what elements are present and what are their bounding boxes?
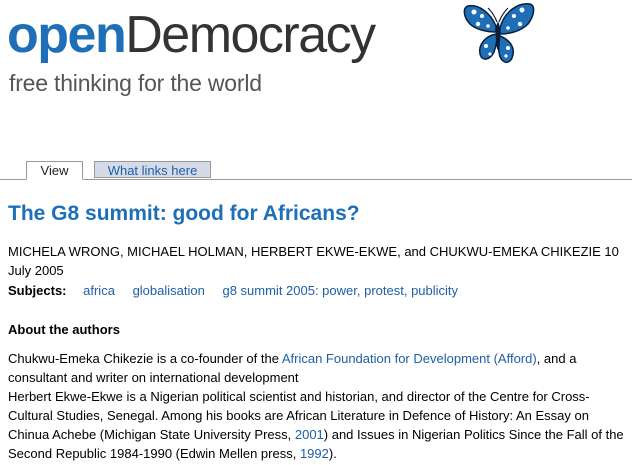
logo-open-text: open	[7, 6, 127, 64]
bio-chikezie: Chukwu-Emeka Chikezie is a co-founder of…	[8, 349, 630, 387]
bio-chikezie-text-before: Chukwu-Emeka Chikezie is a co-founder of…	[8, 351, 282, 366]
tab-view[interactable]: View	[26, 161, 83, 180]
page-tabs: View What links here	[0, 161, 632, 180]
butterfly-icon	[463, 3, 535, 63]
year-link-2001[interactable]: 2001	[295, 427, 324, 442]
about-authors-heading: About the authors	[8, 322, 120, 337]
bio-ekwe-ekwe: Herbert Ekwe-Ekwe is a Nigerian politica…	[8, 387, 630, 463]
author-bios: Chukwu-Emeka Chikezie is a co-founder of…	[8, 349, 630, 463]
site-logo[interactable]: openDemocracy	[7, 4, 376, 66]
site-header: openDemocracy free thinking for the worl…	[0, 0, 632, 110]
logo-democracy-text: Democracy	[125, 6, 376, 64]
subject-link-g8-summit-2005[interactable]: g8 summit 2005: power, protest, publicit…	[222, 283, 458, 298]
article-title: The G8 summit: good for Africans?	[8, 202, 360, 225]
subjects-row: Subjects: africa globalisation g8 summit…	[8, 281, 472, 300]
subjects-label: Subjects:	[8, 283, 67, 298]
afford-link[interactable]: African Foundation for Development (Affo…	[282, 351, 537, 366]
site-tagline: free thinking for the world	[9, 70, 262, 96]
subject-link-africa[interactable]: africa	[83, 283, 115, 298]
article-byline: MICHELA WRONG, MICHAEL HOLMAN, HERBERT E…	[8, 244, 619, 278]
bio-ekwe-ekwe-text-3: ).	[328, 446, 337, 461]
tab-what-links-here[interactable]: What links here	[94, 161, 211, 178]
subject-link-globalisation[interactable]: globalisation	[133, 283, 205, 298]
year-link-1992[interactable]: 1992	[300, 446, 329, 461]
